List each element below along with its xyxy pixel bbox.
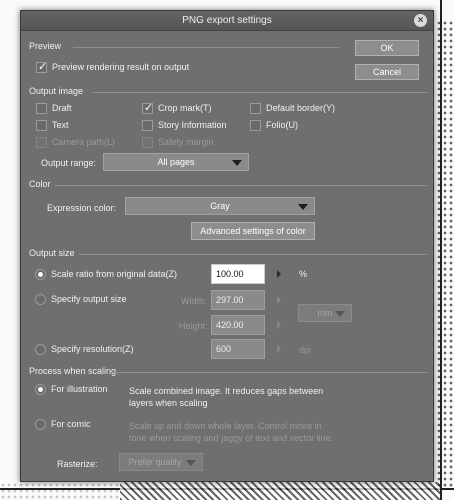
text-label: Text bbox=[52, 120, 69, 130]
specify-output-size-label: Specify output size bbox=[51, 294, 127, 304]
output-range-select[interactable]: All pages bbox=[103, 153, 249, 171]
crop-mark-checkbox[interactable] bbox=[142, 101, 153, 114]
safety-margin-label: Safety margin bbox=[158, 137, 214, 147]
camera-path-checkbox[interactable] bbox=[36, 137, 47, 148]
size-unit-select[interactable]: mm bbox=[298, 304, 352, 322]
folio-label: Folio(U) bbox=[266, 120, 299, 130]
close-icon[interactable]: × bbox=[414, 14, 427, 27]
section-preview: Preview bbox=[29, 41, 62, 51]
scale-unit: % bbox=[299, 269, 308, 279]
expression-color-value: Gray bbox=[210, 201, 230, 211]
height-label: Height: bbox=[179, 321, 208, 331]
artwork-region bbox=[0, 482, 120, 500]
artwork-region bbox=[436, 20, 454, 490]
comic-description-line-1: Scale up and down whole layer. Control m… bbox=[129, 421, 322, 431]
specify-resolution-label: Specify resolution(Z) bbox=[51, 344, 134, 354]
comic-description-line-2: tone when scaling and jaggy of text and … bbox=[129, 433, 334, 443]
folio-checkbox[interactable] bbox=[250, 120, 261, 131]
expression-color-label: Expression color: bbox=[47, 203, 117, 213]
for-illustration-radio[interactable] bbox=[35, 384, 46, 395]
scale-ratio-input[interactable]: 100.00 bbox=[211, 264, 265, 284]
for-comic-label: For comic bbox=[51, 419, 91, 429]
rasterize-value: Prefer quality bbox=[128, 457, 182, 467]
section-color: Color bbox=[29, 179, 51, 189]
spin-right-icon[interactable] bbox=[277, 296, 281, 304]
output-range-value: All pages bbox=[157, 157, 195, 167]
illustration-description-line-2: layers when scaling bbox=[129, 398, 208, 408]
output-range-label: Output range: bbox=[41, 158, 97, 168]
scale-ratio-label: Scale ratio from original data(Z) bbox=[51, 269, 178, 279]
dialog-title: PNG export settings bbox=[182, 15, 272, 26]
draft-label: Draft bbox=[52, 103, 72, 113]
spin-right-icon[interactable] bbox=[277, 345, 281, 353]
section-output-image: Output image bbox=[29, 86, 84, 96]
preview-rendering-checkbox[interactable] bbox=[36, 60, 47, 73]
preview-rendering-label: Preview rendering result on output bbox=[52, 62, 190, 72]
divider bbox=[55, 185, 427, 186]
story-information-checkbox[interactable] bbox=[142, 120, 153, 131]
cancel-button[interactable]: Cancel bbox=[355, 64, 419, 80]
section-output-size: Output size bbox=[29, 248, 75, 258]
illustration-description-line-1: Scale combined image. It reduces gaps be… bbox=[129, 386, 324, 396]
ok-button[interactable]: OK bbox=[355, 40, 419, 56]
height-input[interactable]: 420.00 bbox=[211, 315, 265, 335]
divider bbox=[79, 254, 427, 255]
size-unit-value: mm bbox=[317, 308, 333, 318]
specify-resolution-radio[interactable] bbox=[35, 344, 46, 355]
chevron-down-icon bbox=[298, 204, 308, 210]
spin-right-icon[interactable] bbox=[277, 321, 281, 329]
safety-margin-checkbox[interactable] bbox=[142, 137, 153, 148]
divider bbox=[73, 47, 339, 48]
default-border-checkbox[interactable] bbox=[250, 103, 261, 114]
divider bbox=[93, 92, 427, 93]
resolution-unit: dpi bbox=[299, 345, 312, 355]
spin-right-icon[interactable] bbox=[277, 270, 281, 278]
for-illustration-label: For illustration bbox=[51, 384, 108, 394]
chevron-down-icon bbox=[335, 311, 345, 317]
width-input[interactable]: 297.00 bbox=[211, 290, 265, 310]
advanced-color-settings-button[interactable]: Advanced settings of color bbox=[191, 222, 315, 240]
story-information-label: Story Information bbox=[158, 120, 227, 130]
text-checkbox[interactable] bbox=[36, 120, 47, 131]
crop-mark-label: Crop mark(T) bbox=[158, 103, 212, 113]
chevron-down-icon bbox=[232, 160, 242, 166]
camera-path-label: Camera path(L) bbox=[52, 137, 116, 147]
divider bbox=[111, 372, 427, 373]
draft-checkbox[interactable] bbox=[36, 103, 47, 114]
chevron-down-icon bbox=[186, 460, 196, 466]
default-border-label: Default border(Y) bbox=[266, 103, 336, 113]
scale-ratio-radio[interactable] bbox=[35, 269, 46, 280]
title-bar: PNG export settings × bbox=[21, 11, 433, 31]
section-process-when-scaling: Process when scaling bbox=[29, 366, 117, 376]
png-export-dialog: PNG export settings × OK Cancel Preview … bbox=[20, 10, 434, 482]
rasterize-label: Rasterize: bbox=[57, 459, 98, 469]
expression-color-select[interactable]: Gray bbox=[125, 197, 315, 215]
rasterize-select[interactable]: Prefer quality bbox=[119, 453, 203, 471]
artwork-region bbox=[120, 482, 440, 500]
width-label: Width: bbox=[181, 296, 207, 306]
for-comic-radio[interactable] bbox=[35, 419, 46, 430]
specify-output-size-radio[interactable] bbox=[35, 294, 46, 305]
resolution-input[interactable]: 600 bbox=[211, 339, 265, 359]
